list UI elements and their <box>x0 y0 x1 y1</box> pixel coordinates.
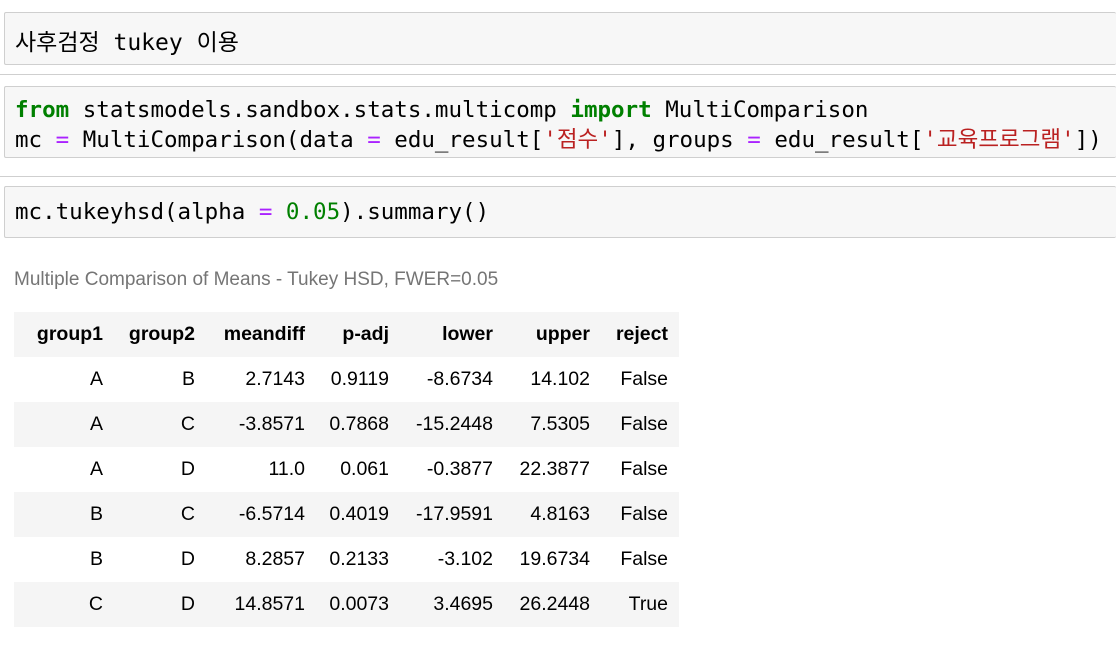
table-row: A C -3.8571 0.7868 -15.2448 7.5305 False <box>14 402 679 447</box>
table-row: A D 11.0 0.061 -0.3877 22.3877 False <box>14 447 679 492</box>
call-close: ]) <box>1074 127 1102 153</box>
table-cell: 8.2857 <box>206 537 316 582</box>
table-cell: B <box>114 357 206 402</box>
table-cell: 0.4019 <box>316 492 400 537</box>
code-cell-tukey[interactable]: mc.tukeyhsd(alpha = 0.05).summary() <box>4 186 1116 238</box>
table-cell: 4.8163 <box>504 492 601 537</box>
table-cell: D <box>114 582 206 627</box>
cell-separator <box>0 74 1116 75</box>
table-cell: -8.6734 <box>400 357 504 402</box>
table-cell: -15.2448 <box>400 402 504 447</box>
operator-eq: = <box>55 127 70 153</box>
table-cell: 0.061 <box>316 447 400 492</box>
table-cell: 14.102 <box>504 357 601 402</box>
table-cell: 7.5305 <box>504 402 601 447</box>
table-row: C D 14.8571 0.0073 3.4695 26.2448 True <box>14 582 679 627</box>
column-header: group1 <box>14 312 114 357</box>
table-cell: C <box>114 492 206 537</box>
markdown-cell[interactable]: 사후검정 tukey 이용 <box>4 12 1116 65</box>
code-cell-import[interactable]: from statsmodels.sandbox.stats.multicomp… <box>4 86 1116 158</box>
keyword-import: import <box>570 97 652 123</box>
table-cell: -3.8571 <box>206 402 316 447</box>
table-header-row: group1 group2 meandiff p-adj lower upper… <box>14 312 679 357</box>
code-line-1: from statsmodels.sandbox.stats.multicomp… <box>15 95 868 125</box>
operator-eq: = <box>747 127 761 153</box>
table-cell: -17.9591 <box>400 492 504 537</box>
table-cell: 3.4695 <box>400 582 504 627</box>
arg-groups: ], groups <box>611 127 748 153</box>
table-cell: 22.3877 <box>504 447 601 492</box>
table-cell: False <box>601 447 679 492</box>
markdown-text: 사후검정 tukey 이용 <box>15 30 239 56</box>
table-cell: -3.102 <box>400 537 504 582</box>
table-cell: A <box>14 447 114 492</box>
column-header: meandiff <box>206 312 316 357</box>
output-caption: Multiple Comparison of Means - Tukey HSD… <box>14 269 499 290</box>
table-cell: 0.2133 <box>316 537 400 582</box>
table-cell: 19.6734 <box>504 537 601 582</box>
column-header: upper <box>504 312 601 357</box>
operator-eq: = <box>367 127 381 153</box>
operator-eq: = <box>258 199 273 225</box>
table-cell: 0.9119 <box>316 357 400 402</box>
table-cell: 14.8571 <box>206 582 316 627</box>
table-cell: False <box>601 537 679 582</box>
code-line-tukey: mc.tukeyhsd(alpha = 0.05).summary() <box>15 197 489 227</box>
table-cell: False <box>601 357 679 402</box>
table-row: A B 2.7143 0.9119 -8.6734 14.102 False <box>14 357 679 402</box>
table-cell: 2.7143 <box>206 357 316 402</box>
column-header: group2 <box>114 312 206 357</box>
table-cell: B <box>14 537 114 582</box>
table-cell: -0.3877 <box>400 447 504 492</box>
string-score: '점수' <box>543 127 612 153</box>
table-cell: -6.5714 <box>206 492 316 537</box>
var-mc: mc <box>15 127 56 153</box>
tukey-results-table: group1 group2 meandiff p-adj lower upper… <box>14 312 679 627</box>
table-cell: D <box>114 537 206 582</box>
keyword-from: from <box>15 97 70 123</box>
table-cell: 0.0073 <box>316 582 400 627</box>
table-cell: B <box>14 492 114 537</box>
call-multicomparison: MultiComparison(data <box>69 127 368 153</box>
table-cell: False <box>601 492 679 537</box>
table-cell: C <box>14 582 114 627</box>
table-row: B C -6.5714 0.4019 -17.9591 4.8163 False <box>14 492 679 537</box>
column-header: p-adj <box>316 312 400 357</box>
table-cell: D <box>114 447 206 492</box>
table-cell: A <box>14 357 114 402</box>
table-cell: False <box>601 402 679 447</box>
import-name: MultiComparison <box>651 97 869 123</box>
module-path: statsmodels.sandbox.stats.multicomp <box>69 97 571 123</box>
table-cell: A <box>14 402 114 447</box>
column-header: reject <box>601 312 679 357</box>
table-cell: 26.2448 <box>504 582 601 627</box>
table-cell: 0.7868 <box>316 402 400 447</box>
number-alpha: 0.05 <box>272 199 341 225</box>
table-row: B D 8.2857 0.2133 -3.102 19.6734 False <box>14 537 679 582</box>
cell-separator <box>0 176 1116 177</box>
table-cell: 11.0 <box>206 447 316 492</box>
arg-groups-open: edu_result[ <box>760 127 924 153</box>
table-cell: C <box>114 402 206 447</box>
table-cell: True <box>601 582 679 627</box>
column-header: lower <box>400 312 504 357</box>
string-program: '교육프로그램' <box>923 127 1075 153</box>
call-summary: ).summary() <box>340 199 490 225</box>
code-line-2: mc = MultiComparison(data = edu_result['… <box>15 125 1102 155</box>
call-tukeyhsd: mc.tukeyhsd(alpha <box>15 199 259 225</box>
arg-data-open: edu_result[ <box>380 127 544 153</box>
